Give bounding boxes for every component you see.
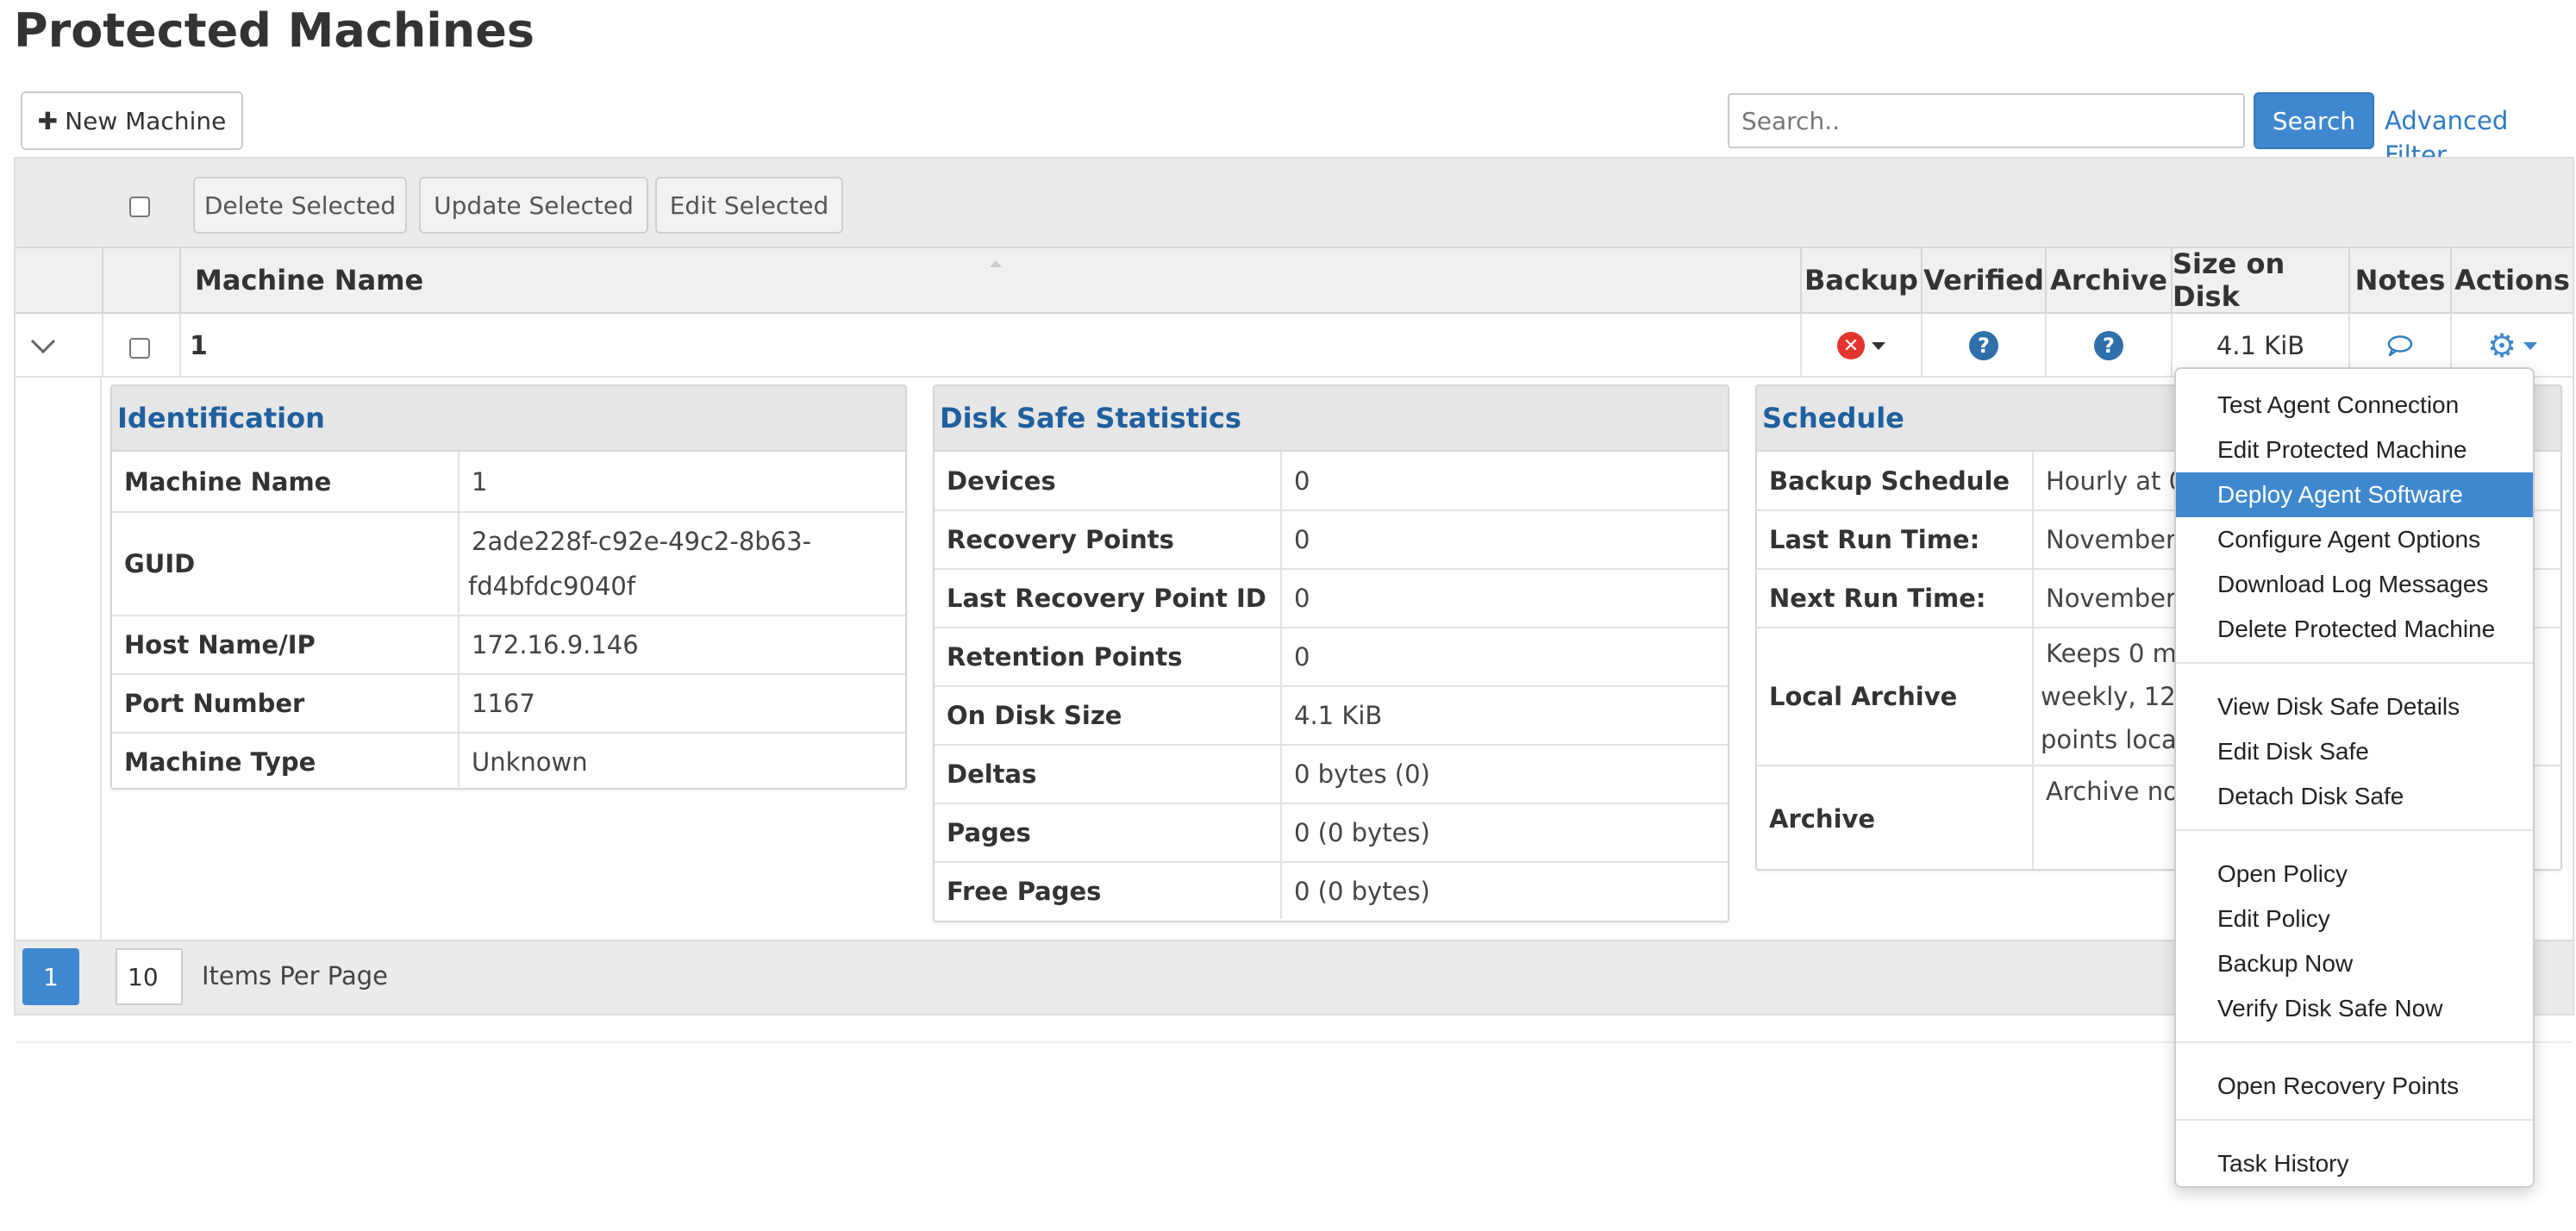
field-label: Machine Type — [112, 733, 460, 790]
error-icon: ✕ — [1837, 332, 1865, 359]
menu-item-test-agent-connection[interactable]: Test Agent Connection — [2176, 383, 2533, 428]
menu-item-delete-protected-machine[interactable]: Delete Protected Machine — [2176, 607, 2533, 652]
items-per-page-input[interactable]: 10 — [116, 948, 183, 1005]
menu-item-open-policy[interactable]: Open Policy — [2176, 852, 2533, 897]
field-label: Port Number — [112, 674, 460, 734]
field-label: Next Run Time: — [1757, 569, 2034, 628]
update-selected-button[interactable]: Update Selected — [419, 177, 648, 234]
caret-down-icon — [2523, 341, 2538, 350]
field-value: 4.1 KiB — [1281, 686, 1728, 746]
menu-item-edit-policy[interactable]: Edit Policy — [2176, 897, 2533, 941]
field-label: Free Pages — [935, 862, 1282, 919]
menu-item-task-history[interactable]: Task History — [2176, 1141, 2533, 1186]
plus-icon: ✚ — [37, 106, 59, 135]
search-input[interactable] — [1728, 93, 2245, 148]
menu-item-edit-protected-machine[interactable]: Edit Protected Machine — [2176, 428, 2533, 472]
field-label: Pages — [935, 803, 1282, 863]
column-header-archive[interactable]: Archive — [2045, 247, 2171, 314]
column-header-backup[interactable]: Backup — [1800, 247, 1921, 314]
menu-item-download-log-messages[interactable]: Download Log Messages — [2176, 562, 2533, 607]
disk-safe-statistics-title: Disk Safe Statistics — [935, 386, 1728, 452]
page-button-1[interactable]: 1 — [22, 948, 79, 1005]
disk-safe-statistics-panel: Disk Safe Statistics Devices 0 Recovery P… — [933, 384, 1729, 922]
field-label: Backup Schedule — [1757, 452, 2034, 511]
field-label: Devices — [935, 452, 1282, 511]
field-label: Last Run Time: — [1757, 510, 2034, 570]
field-value: 1 — [459, 452, 905, 513]
menu-item-deploy-agent-software[interactable]: Deploy Agent Software — [2176, 472, 2533, 517]
header-expand-col — [16, 247, 102, 314]
field-value: Unknown — [472, 747, 588, 777]
column-header-verified[interactable]: Verified — [1921, 247, 2045, 314]
detail-gutter — [16, 378, 102, 940]
field-label: Local Archive — [1757, 628, 2034, 766]
new-machine-button[interactable]: ✚ New Machine — [21, 91, 243, 150]
identification-panel: Identification Machine Name 1 GUID 2ade228… — [110, 384, 907, 790]
actions-dropdown-menu: Test Agent Connection Edit Protected Mac… — [2174, 367, 2535, 1188]
field-value: 2ade228f-c92e-49c2-8b63- — [472, 527, 812, 556]
comment-icon — [2387, 335, 2413, 357]
new-machine-label: New Machine — [65, 106, 227, 135]
menu-divider — [2176, 829, 2533, 831]
column-header-size-on-disk[interactable]: Size on Disk — [2171, 247, 2348, 314]
menu-divider — [2176, 662, 2533, 664]
field-value-continued: fd4bfdc9040f — [468, 572, 636, 601]
field-value: 0 — [1281, 628, 1728, 687]
field-label: Last Recovery Point ID — [935, 569, 1282, 628]
menu-item-open-recovery-points[interactable]: Open Recovery Points — [2176, 1064, 2533, 1109]
identification-title: Identification — [112, 386, 905, 452]
question-icon: ? — [1969, 331, 1998, 360]
field-label: Recovery Points — [935, 510, 1282, 570]
field-label: Host Name/IP — [112, 616, 460, 675]
menu-item-detach-disk-safe[interactable]: Detach Disk Safe — [2176, 774, 2533, 819]
column-header-notes[interactable]: Notes — [2348, 247, 2450, 314]
menu-item-configure-agent-options[interactable]: Configure Agent Options — [2176, 517, 2533, 562]
field-value: 0 (0 bytes) — [1294, 876, 1430, 906]
field-value: 0 — [1281, 452, 1728, 511]
field-value: 172.16.9.146 — [459, 616, 905, 675]
field-label: GUID — [112, 512, 460, 616]
menu-divider — [2176, 1119, 2533, 1121]
field-label: On Disk Size — [935, 686, 1282, 746]
field-label: Archive — [1757, 765, 2034, 869]
items-per-page-label: Items Per Page — [202, 961, 388, 990]
machine-name-cell: 1 — [179, 314, 1800, 378]
gear-icon[interactable]: ⚙ — [2487, 329, 2517, 362]
archive-cell: ? — [2045, 314, 2171, 378]
backup-status-cell[interactable]: ✕ — [1800, 314, 1921, 378]
caret-down-icon — [1872, 341, 1885, 350]
row-checkbox[interactable] — [129, 338, 150, 359]
field-value: 0 bytes (0) — [1281, 745, 1728, 804]
menu-item-verify-disk-safe-now[interactable]: Verify Disk Safe Now — [2176, 986, 2533, 1031]
select-all-checkbox[interactable] — [129, 197, 150, 217]
field-value: 1167 — [459, 674, 905, 734]
delete-selected-button[interactable]: Delete Selected — [193, 177, 407, 234]
field-label: Retention Points — [935, 628, 1282, 687]
edit-selected-button[interactable]: Edit Selected — [655, 177, 843, 234]
search-button[interactable]: Search — [2254, 92, 2374, 149]
field-value: 0 — [1281, 569, 1728, 628]
menu-item-backup-now[interactable]: Backup Now — [2176, 941, 2533, 986]
page-title: Protected Machines — [14, 3, 535, 58]
verified-cell: ? — [1921, 314, 2045, 378]
field-value: 0 — [1281, 510, 1728, 570]
header-select-col — [102, 247, 179, 314]
field-label: Deltas — [935, 745, 1282, 804]
field-label: Machine Name — [112, 452, 460, 513]
field-value: 0 (0 bytes) — [1281, 803, 1728, 863]
menu-item-edit-disk-safe[interactable]: Edit Disk Safe — [2176, 729, 2533, 774]
column-header-machine-name[interactable]: Machine Name — [179, 247, 1800, 314]
menu-item-view-disk-safe-details[interactable]: View Disk Safe Details — [2176, 684, 2533, 729]
column-header-actions: Actions — [2450, 247, 2573, 314]
question-icon: ? — [2094, 331, 2123, 360]
menu-divider — [2176, 1041, 2533, 1043]
sort-indicator-icon — [990, 260, 1002, 267]
